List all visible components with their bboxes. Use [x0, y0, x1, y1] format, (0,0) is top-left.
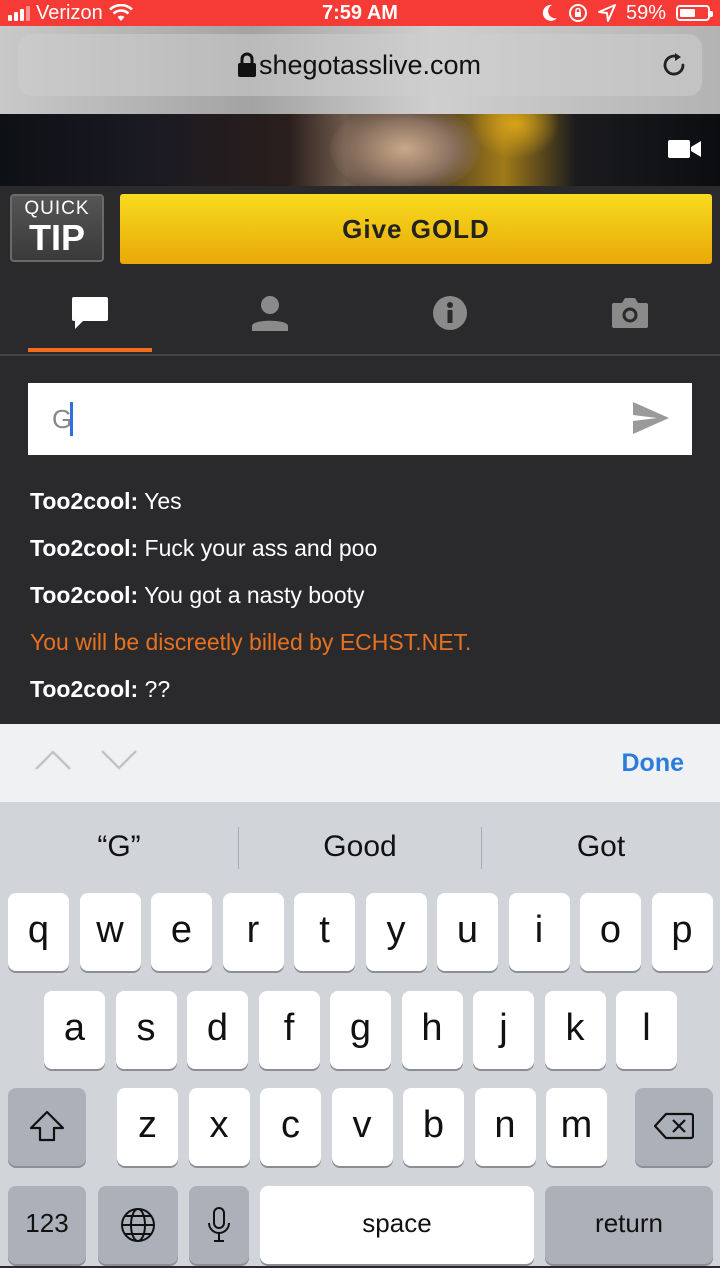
suggestion-item[interactable]: Got — [482, 802, 720, 890]
chat-message: Too2cool: You got a nasty booty — [30, 572, 700, 619]
key-w[interactable]: w — [79, 893, 141, 971]
message-user: Too2cool: — [30, 488, 139, 514]
reload-icon[interactable] — [660, 51, 688, 79]
microphone-key[interactable] — [189, 1186, 249, 1264]
key-a[interactable]: a — [44, 991, 105, 1069]
done-button[interactable]: Done — [622, 724, 685, 802]
space-key[interactable]: space — [260, 1186, 534, 1264]
message-user: Too2cool: — [30, 676, 139, 702]
chat-message: Too2cool: Fuck your ass and poo — [30, 525, 700, 572]
key-r[interactable]: r — [222, 893, 284, 971]
key-g[interactable]: g — [330, 991, 391, 1069]
key-b[interactable]: b — [403, 1088, 464, 1166]
key-e[interactable]: e — [151, 893, 212, 971]
key-m[interactable]: m — [546, 1088, 607, 1166]
chat-messages: Too2cool: Yes Too2cool: Fuck your ass an… — [30, 478, 700, 713]
message-text: You got a nasty booty — [138, 582, 365, 608]
chat-bubble-icon — [72, 297, 108, 329]
keyboard-accessory-bar: Done — [0, 724, 720, 803]
key-k[interactable]: k — [544, 991, 606, 1069]
chat-message: Too2cool: ?? — [30, 666, 700, 713]
key-f[interactable]: f — [258, 991, 320, 1069]
tab-user[interactable] — [180, 272, 360, 354]
key-i[interactable]: i — [508, 893, 570, 971]
tip-bar: QUICK TIP Give GOLD — [0, 186, 720, 272]
globe-key[interactable] — [98, 1186, 178, 1264]
chat-message: Too2cool: Yes — [30, 478, 700, 525]
key-l[interactable]: l — [616, 991, 677, 1069]
user-icon — [252, 296, 288, 331]
tab-chat[interactable] — [0, 272, 180, 354]
active-tab-indicator — [28, 348, 152, 352]
suggestion-bar: “G” Good Got — [0, 802, 720, 890]
key-s[interactable]: s — [115, 991, 177, 1069]
chevron-down-icon[interactable] — [100, 748, 138, 772]
message-user: Too2cool: — [30, 582, 139, 608]
video-stream[interactable] — [0, 114, 720, 186]
key-q[interactable]: q — [8, 893, 69, 971]
return-key[interactable]: return — [545, 1186, 713, 1264]
tab-info[interactable] — [360, 272, 540, 354]
chevron-up-icon[interactable] — [34, 748, 72, 772]
url-text: shegotasslive.com — [258, 50, 482, 80]
key-u[interactable]: u — [437, 893, 498, 971]
backspace-icon — [653, 1112, 695, 1140]
key-z[interactable]: z — [117, 1088, 178, 1166]
chat-input[interactable]: G — [28, 383, 692, 455]
key-n[interactable]: n — [474, 1088, 536, 1166]
status-bar: Verizon 7:59 AM 59% — [0, 0, 720, 26]
numbers-key[interactable]: 123 — [8, 1186, 86, 1264]
moon-icon — [542, 4, 557, 21]
key-v[interactable]: v — [331, 1088, 393, 1166]
globe-icon — [121, 1208, 155, 1242]
key-y[interactable]: y — [365, 893, 427, 971]
key-h[interactable]: h — [401, 991, 463, 1069]
message-text: Fuck your ass and poo — [138, 535, 378, 561]
quick-tip-button[interactable]: QUICK TIP — [10, 194, 104, 262]
microphone-icon — [208, 1207, 230, 1242]
battery-percent: 59% — [625, 1, 666, 24]
shift-icon — [29, 1110, 65, 1142]
key-d[interactable]: d — [187, 991, 248, 1069]
give-gold-button[interactable]: Give GOLD — [120, 194, 712, 264]
backspace-key[interactable] — [635, 1088, 713, 1166]
shift-key[interactable] — [8, 1088, 86, 1166]
key-t[interactable]: t — [294, 893, 355, 971]
tab-bar — [0, 272, 720, 356]
text-cursor — [70, 402, 73, 436]
key-c[interactable]: c — [260, 1088, 321, 1166]
tab-camera[interactable] — [540, 272, 720, 354]
key-j[interactable]: j — [473, 991, 534, 1069]
key-x[interactable]: x — [188, 1088, 250, 1166]
message-text: ?? — [138, 676, 171, 702]
suggestion-item[interactable]: “G” — [0, 802, 238, 890]
message-text: Yes — [138, 488, 182, 514]
browser-toolbar: shegotasslive.com — [0, 26, 720, 114]
quick-tip-label-bottom: TIP — [28, 217, 85, 258]
address-bar[interactable]: shegotasslive.com — [18, 34, 702, 96]
battery-icon — [676, 5, 713, 21]
suggestion-item[interactable]: Good — [239, 802, 481, 890]
video-camera-icon[interactable] — [668, 138, 702, 160]
message-user: Too2cool: — [30, 535, 139, 561]
key-p[interactable]: p — [651, 893, 713, 971]
status-right: 59% — [542, 0, 713, 26]
send-icon[interactable] — [632, 401, 670, 435]
system-message: You will be discreetly billed by ECHST.N… — [30, 629, 472, 655]
rotation-lock-icon — [568, 4, 587, 22]
info-icon — [433, 296, 467, 330]
quick-tip-label-top: QUICK — [24, 198, 90, 219]
keyboard: “G” Good Got qwertyuiop asdfghjkl zxcvbn… — [0, 802, 720, 1266]
location-icon — [597, 4, 616, 22]
camera-icon — [612, 298, 648, 328]
key-o[interactable]: o — [580, 893, 641, 971]
